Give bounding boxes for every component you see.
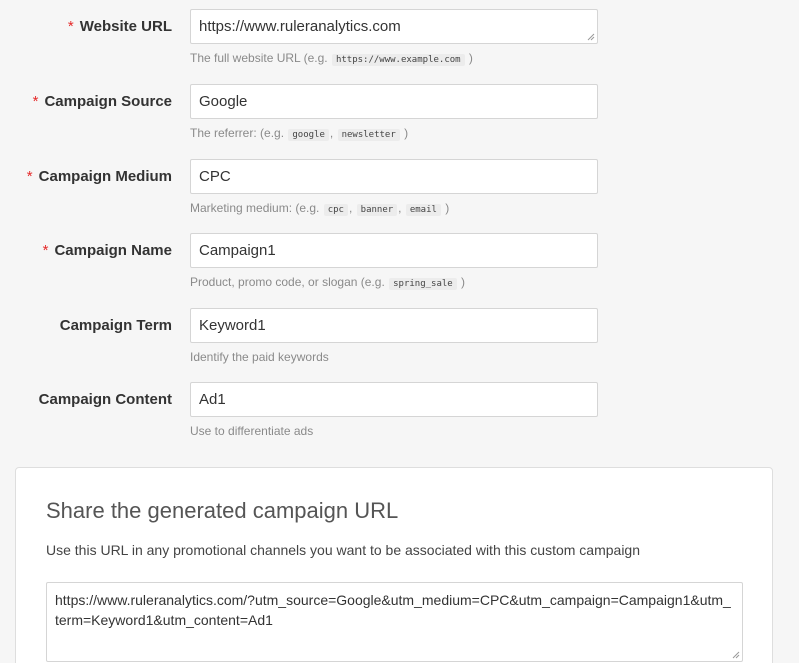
website-url-help: The full website URL (e.g. https://www.e… — [190, 51, 473, 66]
website-url-input[interactable]: https://www.ruleranalytics.com — [190, 9, 598, 44]
website-url-label-text: Website URL — [79, 18, 172, 35]
campaign-source-help: The referrer: (e.g. google, newsletter ) — [190, 126, 409, 141]
share-url-panel: Share the generated campaign URL Use thi… — [15, 467, 773, 663]
help-suffix: ) — [400, 126, 409, 140]
help-text: Marketing medium: (e.g. — [190, 201, 323, 215]
campaign-content-value: Ad1 — [199, 391, 226, 408]
website-url-value: https://www.ruleranalytics.com — [199, 18, 401, 35]
campaign-medium-help: Marketing medium: (e.g. cpc, banner, ema… — [190, 201, 450, 216]
example-code: spring_sale — [389, 278, 457, 290]
campaign-term-help: Identify the paid keywords — [190, 350, 329, 364]
generated-url-value: https://www.ruleranalytics.com/?utm_sour… — [55, 592, 731, 628]
example-code: cpc — [323, 204, 348, 216]
campaign-medium-label-text: Campaign Medium — [38, 168, 172, 185]
campaign-url-builder-form: * Website URL https://www.ruleranalytics.… — [0, 0, 799, 663]
example-code: https://www.example.com — [331, 54, 465, 66]
campaign-name-label: * Campaign Name — [43, 233, 172, 268]
campaign-source-input[interactable]: Google — [190, 84, 598, 119]
example-code: google — [288, 129, 329, 141]
campaign-source-label: * Campaign Source — [33, 84, 172, 119]
example-code: email — [405, 204, 441, 216]
campaign-medium-value: CPC — [199, 168, 231, 185]
help-text: The referrer: (e.g. — [190, 126, 288, 140]
campaign-content-label: Campaign Content — [39, 382, 172, 417]
required-marker: * — [26, 168, 33, 185]
help-suffix: ) — [465, 51, 473, 65]
help-text: The full website URL (e.g. — [190, 51, 331, 65]
share-panel-description: Use this URL in any promotional channels… — [46, 542, 641, 558]
help-text: Use to differentiate ads — [190, 424, 314, 438]
example-code: banner — [356, 204, 398, 216]
resize-handle-icon[interactable] — [732, 651, 740, 659]
help-text: Product, promo code, or slogan (e.g. — [190, 275, 389, 289]
campaign-term-label: Campaign Term — [60, 308, 172, 343]
generated-url-textarea[interactable]: https://www.ruleranalytics.com/?utm_sour… — [46, 582, 743, 662]
campaign-content-label-text: Campaign Content — [38, 391, 172, 408]
campaign-term-value: Keyword1 — [199, 317, 266, 334]
campaign-medium-input[interactable]: CPC — [190, 159, 598, 194]
campaign-content-help: Use to differentiate ads — [190, 424, 313, 438]
resize-handle-icon[interactable] — [587, 33, 595, 41]
campaign-term-input[interactable]: Keyword1 — [190, 308, 598, 343]
campaign-name-input[interactable]: Campaign1 — [190, 233, 598, 268]
campaign-source-label-text: Campaign Source — [44, 93, 172, 110]
required-marker: * — [32, 93, 39, 110]
required-marker: * — [67, 18, 74, 35]
help-suffix: ) — [457, 275, 466, 289]
campaign-content-input[interactable]: Ad1 — [190, 382, 598, 417]
campaign-source-value: Google — [199, 93, 248, 110]
campaign-name-value: Campaign1 — [199, 242, 276, 259]
campaign-name-help: Product, promo code, or slogan (e.g. spr… — [190, 275, 466, 290]
share-panel-title: Share the generated campaign URL — [46, 498, 399, 523]
campaign-name-label-text: Campaign Name — [54, 242, 172, 259]
campaign-term-label-text: Campaign Term — [59, 317, 172, 334]
required-marker: * — [42, 242, 49, 259]
campaign-medium-label: * Campaign Medium — [27, 159, 172, 194]
example-code: newsletter — [337, 129, 400, 141]
help-text: Identify the paid keywords — [190, 350, 329, 364]
website-url-label: * Website URL — [68, 9, 172, 44]
help-suffix: ) — [441, 201, 450, 215]
